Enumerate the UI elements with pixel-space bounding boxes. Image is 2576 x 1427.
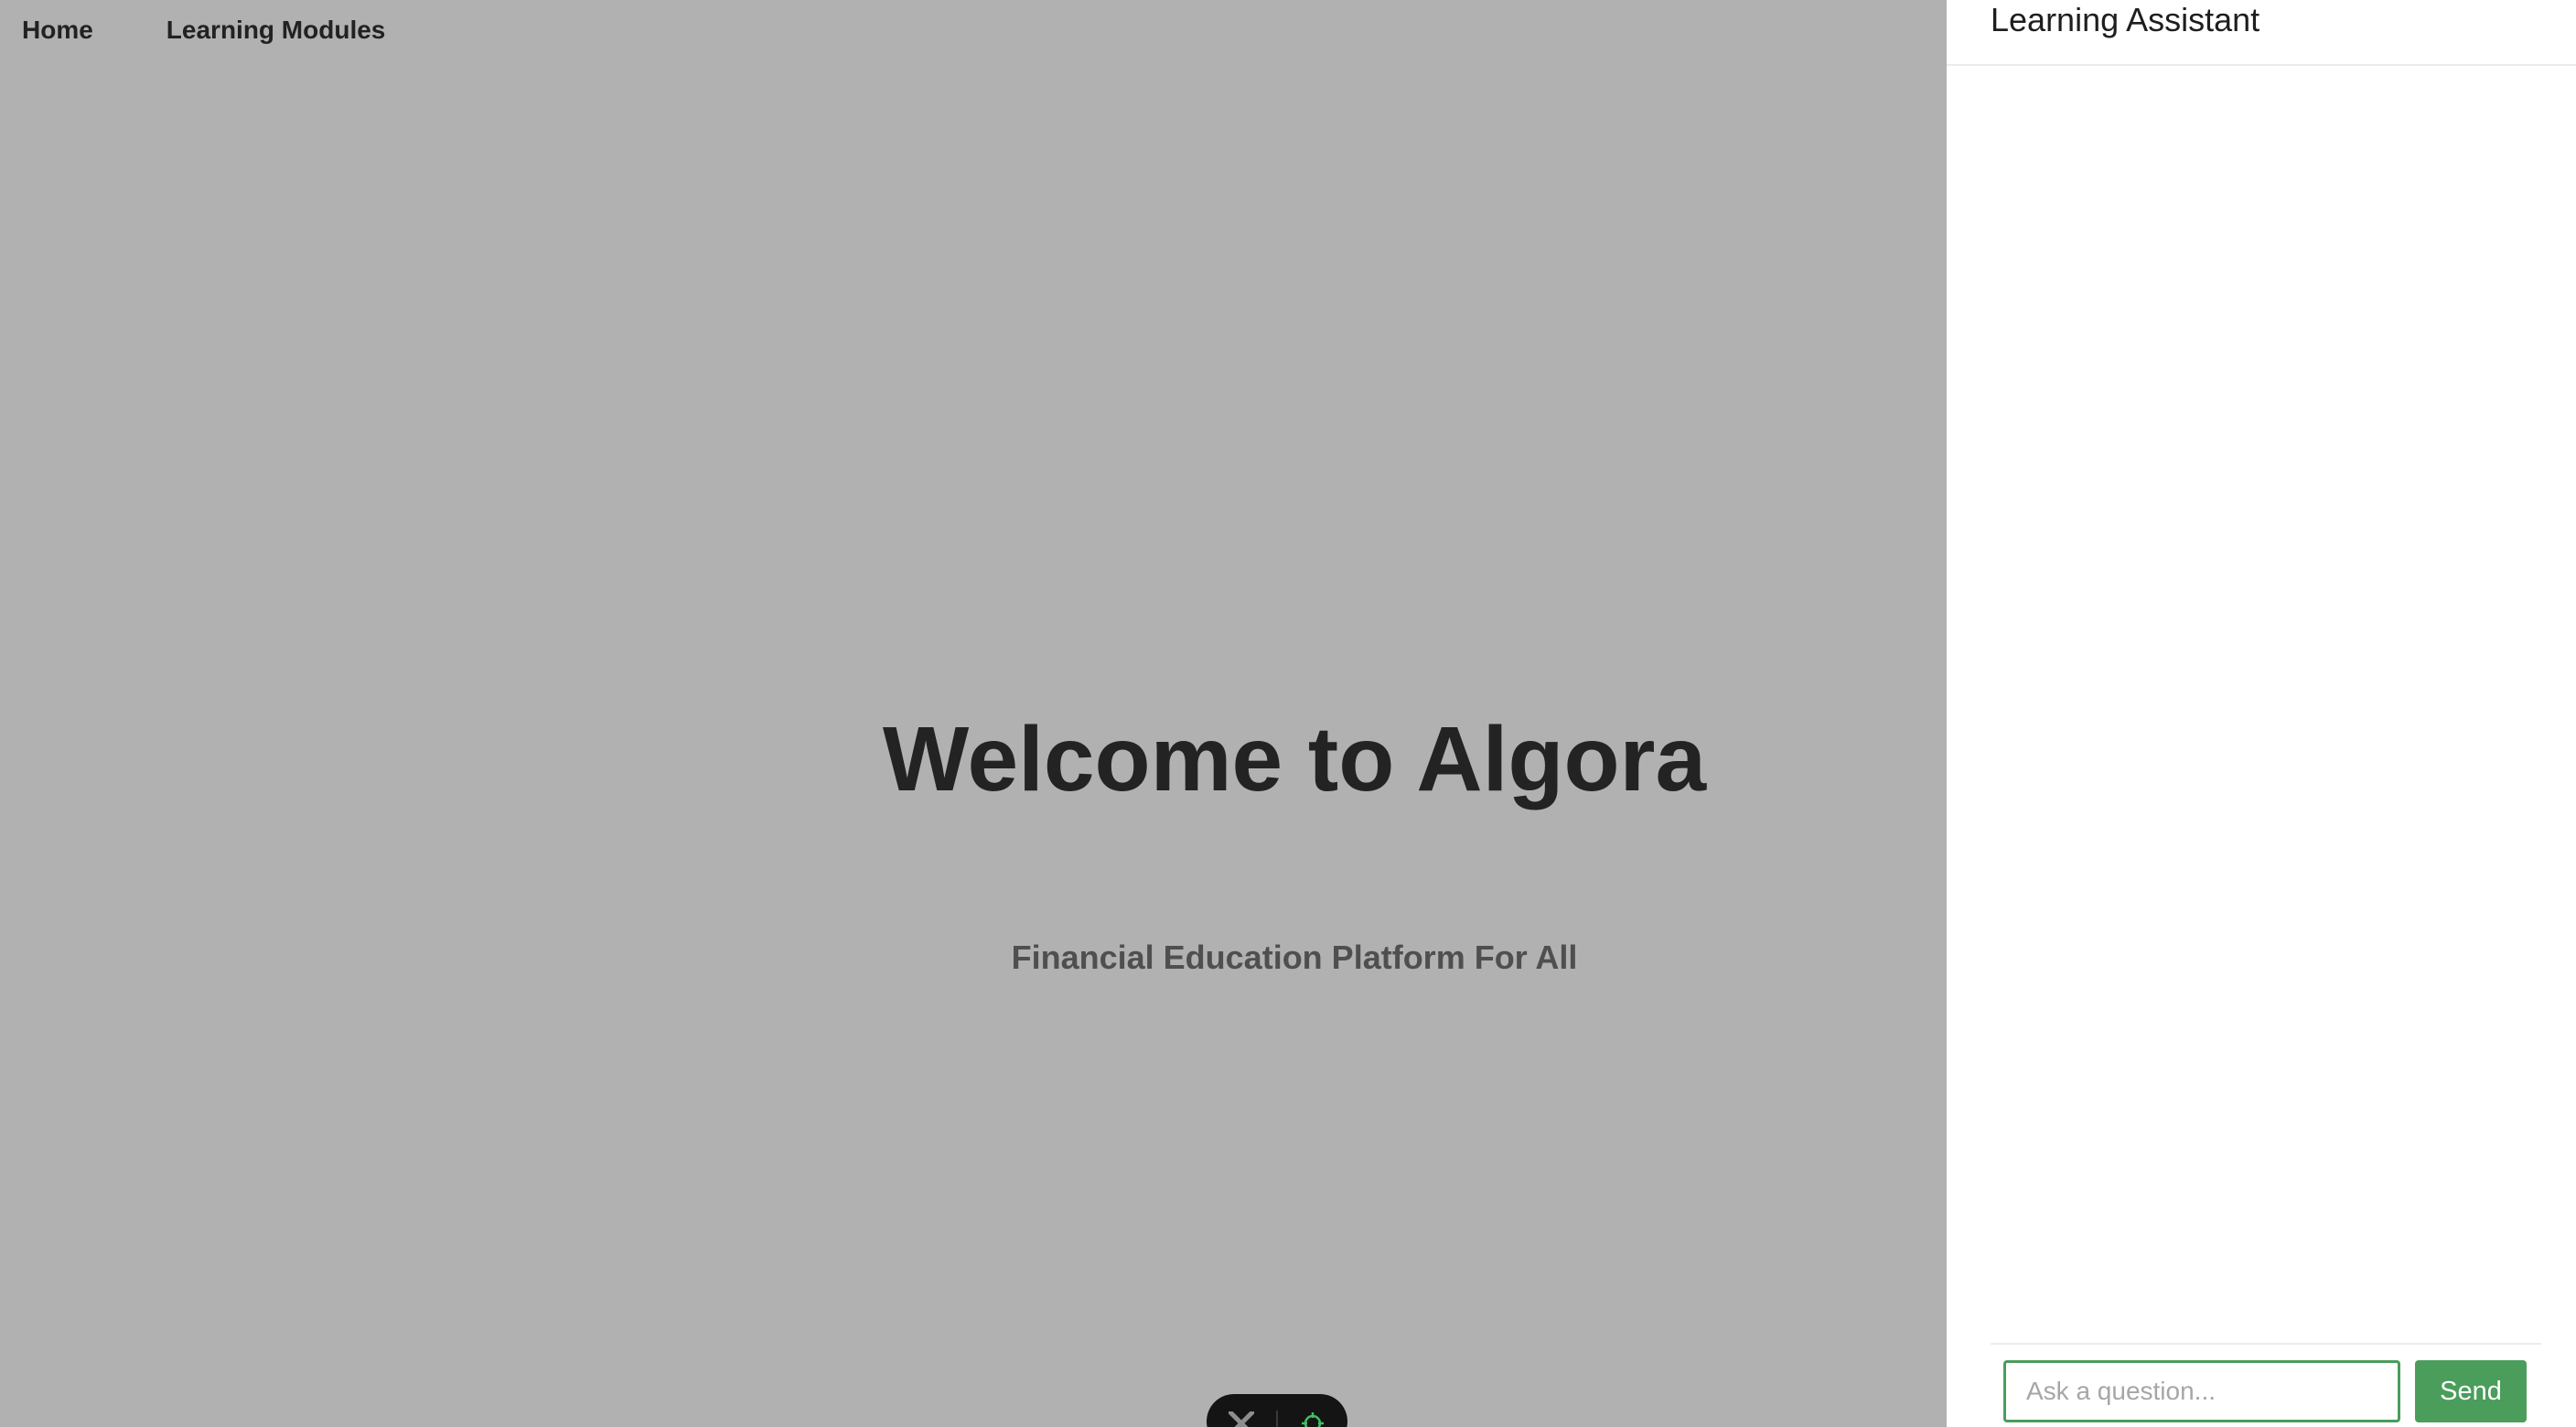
floating-toolbar (1207, 1394, 1347, 1427)
ask-question-input[interactable] (2003, 1360, 2400, 1422)
assistant-header: Learning Assistant (1947, 0, 2576, 66)
hero-section: Welcome to Algora Financial Education Pl… (0, 0, 1947, 1427)
nav-link-home[interactable]: Home (22, 16, 93, 45)
assistant-messages[interactable] (1947, 66, 2576, 1343)
target-icon (1302, 1412, 1324, 1427)
send-button[interactable]: Send (2415, 1360, 2527, 1422)
top-nav: Home Learning Modules (0, 0, 458, 60)
app-window: Welcome to Algora Financial Education Pl… (0, 0, 2576, 1427)
assistant-composer: Send (1991, 1343, 2541, 1427)
x-logo-button[interactable] (1207, 1405, 1276, 1427)
target-button[interactable] (1278, 1405, 1347, 1427)
x-logo-icon (1229, 1411, 1254, 1427)
learning-assistant-panel: Learning Assistant Send (1947, 0, 2576, 1427)
nav-link-learning-modules[interactable]: Learning Modules (166, 16, 386, 45)
assistant-title: Learning Assistant (1991, 1, 2260, 38)
